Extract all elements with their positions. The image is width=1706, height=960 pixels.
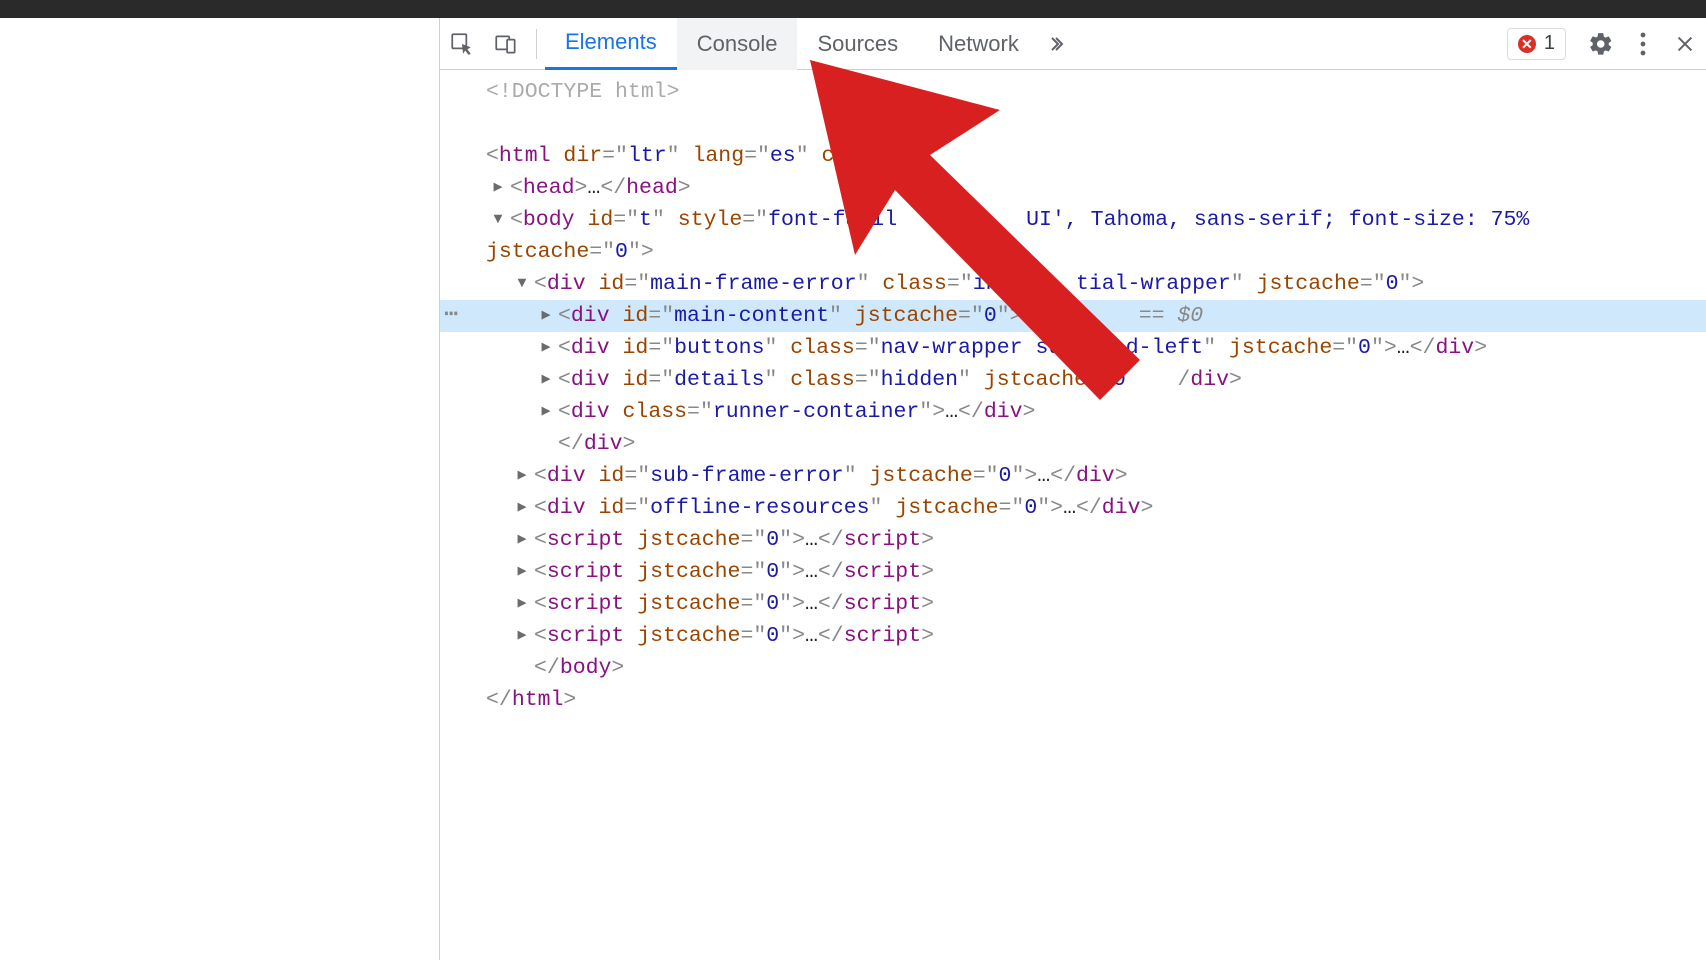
dom-node-script-3[interactable]: <script jstcache="0">…</script> xyxy=(440,588,1706,620)
error-count-chip[interactable]: ✕ 1 xyxy=(1507,28,1566,60)
tab-label: Network xyxy=(938,31,1019,57)
dom-node-sub-frame-error[interactable]: <div id="sub-frame-error" jstcache="0">…… xyxy=(440,460,1706,492)
dom-node-runner-container[interactable]: <div class="runner-container">…</div> xyxy=(440,396,1706,428)
collapse-icon[interactable] xyxy=(514,268,530,300)
devtools-panel: Elements Console Sources Network ✕ 1 xyxy=(440,18,1706,960)
dom-tree[interactable]: <!DOCTYPE html> <html dir="ltr" lang="es… xyxy=(440,70,1706,716)
dom-node-body-open-wrap[interactable]: jstcache="0"> xyxy=(440,236,1706,268)
expand-icon[interactable] xyxy=(514,588,530,620)
dom-node-buttons[interactable]: <div id="buttons" class="nav-wrapper sug… xyxy=(440,332,1706,364)
expand-icon[interactable] xyxy=(538,300,554,332)
rendered-page-pane xyxy=(0,18,440,960)
dom-node-html-open[interactable]: <html dir="ltr" lang="es" clas xyxy=(440,108,1706,172)
expand-icon[interactable] xyxy=(514,620,530,652)
expand-icon[interactable] xyxy=(538,332,554,364)
tab-console[interactable]: Console xyxy=(677,18,798,70)
dom-node-main-frame-error[interactable]: <div id="main-frame-error" class="inter … xyxy=(440,268,1706,300)
error-icon: ✕ xyxy=(1518,35,1536,53)
dom-node-script-4[interactable]: <script jstcache="0">…</script> xyxy=(440,620,1706,652)
close-devtools-icon[interactable] xyxy=(1664,18,1706,70)
more-menu-icon[interactable] xyxy=(1622,18,1664,70)
tab-sources[interactable]: Sources xyxy=(797,18,918,70)
tab-elements[interactable]: Elements xyxy=(545,18,677,70)
expand-icon[interactable] xyxy=(538,396,554,428)
expand-icon[interactable] xyxy=(514,492,530,524)
dom-node-doctype[interactable]: <!DOCTYPE html> xyxy=(440,76,1706,108)
main-row: Elements Console Sources Network ✕ 1 xyxy=(0,18,1706,960)
expand-icon[interactable] xyxy=(514,556,530,588)
dom-node-script-1[interactable]: <script jstcache="0">…</script> xyxy=(440,524,1706,556)
expand-icon[interactable] xyxy=(514,460,530,492)
expand-icon[interactable] xyxy=(490,172,506,204)
tab-label: Sources xyxy=(817,31,898,57)
tabs-overflow-icon[interactable] xyxy=(1039,32,1079,56)
dom-node-main-content[interactable]: <div id="main-content" jstcache="0">…</ … xyxy=(440,300,1706,332)
inspect-element-icon[interactable] xyxy=(440,18,484,70)
collapse-icon[interactable] xyxy=(490,204,506,236)
dom-node-script-2[interactable]: <script jstcache="0">…</script> xyxy=(440,556,1706,588)
tab-network[interactable]: Network xyxy=(918,18,1039,70)
dom-node-close-html[interactable]: </html> xyxy=(440,684,1706,716)
dom-node-close-div[interactable]: </div> xyxy=(440,428,1706,460)
dom-node-close-body[interactable]: </body> xyxy=(440,652,1706,684)
dom-node-body-open[interactable]: <body id="t" style="font-famil UI', Taho… xyxy=(440,204,1706,236)
dom-node-offline-resources[interactable]: <div id="offline-resources" jstcache="0"… xyxy=(440,492,1706,524)
devtools-tabbar: Elements Console Sources Network ✕ 1 xyxy=(440,18,1706,70)
dom-node-head[interactable]: <head>…</head> xyxy=(440,172,1706,204)
tab-label: Console xyxy=(697,31,778,57)
expand-icon[interactable] xyxy=(538,364,554,396)
device-toolbar-icon[interactable] xyxy=(484,18,528,70)
dom-node-details[interactable]: <div id="details" class="hidden" jstcach… xyxy=(440,364,1706,396)
html-open-code: <html dir="ltr" lang="es" clas xyxy=(486,108,873,172)
browser-chrome-top xyxy=(0,0,1706,18)
error-count: 1 xyxy=(1544,32,1555,55)
tab-label: Elements xyxy=(565,29,657,55)
separator xyxy=(536,29,537,59)
expand-icon[interactable] xyxy=(514,524,530,556)
settings-icon[interactable] xyxy=(1580,18,1622,70)
